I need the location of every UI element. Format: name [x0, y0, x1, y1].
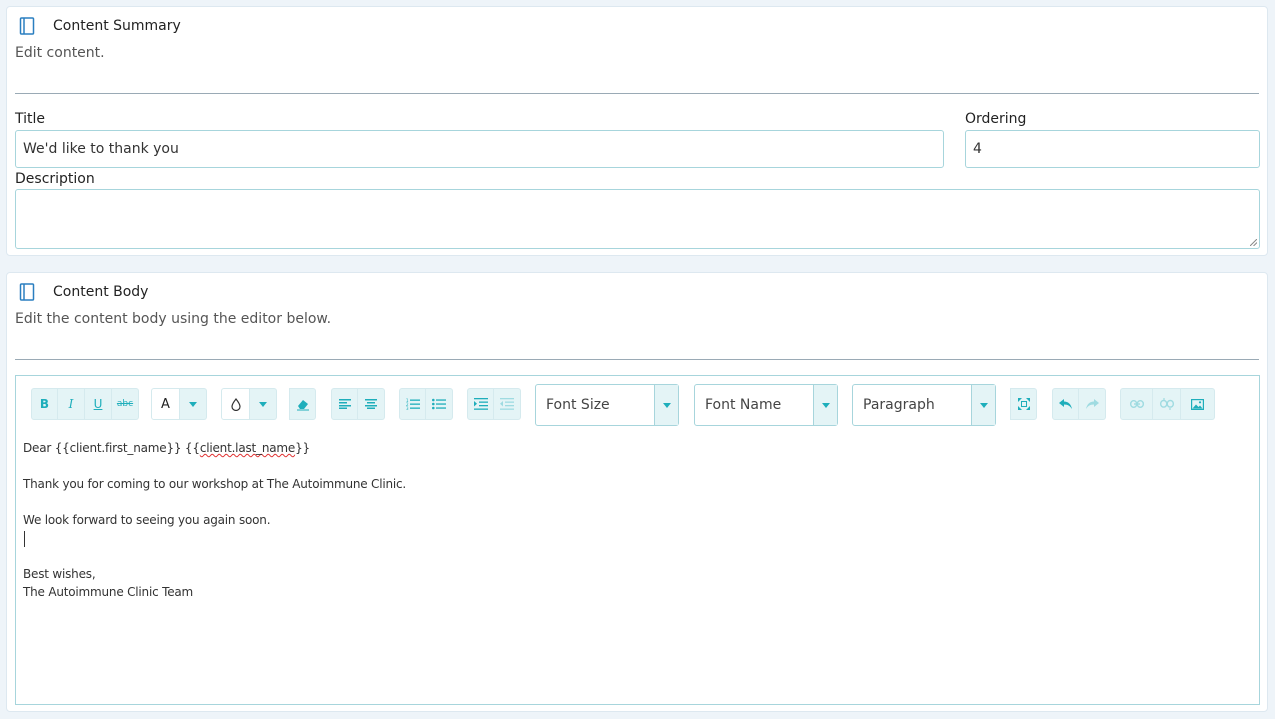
- link-icon: [1129, 400, 1144, 408]
- chevron-down-icon: [259, 401, 267, 407]
- ordering-input[interactable]: [965, 130, 1260, 168]
- font-name-select[interactable]: Font Name: [694, 384, 838, 426]
- unlink-button[interactable]: [1153, 388, 1181, 420]
- ordered-list-icon: 1 2 3: [406, 398, 420, 410]
- svg-text:3: 3: [406, 406, 409, 410]
- font-size-select[interactable]: Font Size: [535, 384, 679, 426]
- misspelled-text: client.last_name: [199, 441, 296, 455]
- book-icon: [19, 17, 35, 35]
- fullscreen-group: [1010, 388, 1037, 420]
- align-group: [331, 388, 385, 420]
- align-left-icon: [338, 399, 351, 409]
- strikethrough-button[interactable]: abc: [112, 388, 139, 420]
- bold-button[interactable]: B: [31, 388, 58, 420]
- indent-group: [467, 388, 521, 420]
- paragraph-line: We look forward to seeing you again soon…: [23, 513, 271, 527]
- font-color-button[interactable]: A: [151, 388, 180, 420]
- resize-grip-icon[interactable]: [1250, 239, 1257, 246]
- bg-color-button[interactable]: [221, 388, 250, 420]
- content-body-title: Content Body: [53, 284, 149, 300]
- fullscreen-button[interactable]: [1010, 388, 1037, 420]
- text-style-group: B I U abc: [31, 388, 139, 420]
- fullscreen-icon: [1017, 398, 1030, 410]
- ordered-list-button[interactable]: 1 2 3: [399, 388, 426, 420]
- unlink-icon: [1159, 398, 1174, 410]
- unordered-list-icon: [432, 398, 446, 410]
- title-input[interactable]: [15, 130, 944, 168]
- greeting-prefix-text: Dear {{client.first_name}} {{: [23, 441, 200, 455]
- divider: [15, 359, 1259, 360]
- indent-button[interactable]: [467, 388, 494, 420]
- underline-button[interactable]: U: [85, 388, 112, 420]
- ordering-label: Ordering: [965, 111, 1027, 127]
- link-button[interactable]: [1120, 388, 1153, 420]
- content-body-card: Content Body Edit the content body using…: [6, 272, 1268, 712]
- undo-icon: [1058, 399, 1072, 409]
- description-textarea[interactable]: [15, 189, 1260, 249]
- chevron-down-icon: [979, 402, 988, 408]
- description-label: Description: [15, 171, 95, 187]
- font-size-select-label: Font Size: [546, 397, 610, 413]
- font-color-group: A: [151, 388, 207, 420]
- redo-icon: [1086, 399, 1099, 409]
- paragraph-line: Thank you for coming to our workshop at …: [23, 477, 407, 491]
- content-summary-subtitle: Edit content.: [15, 45, 105, 61]
- chevron-down-icon: [821, 402, 830, 408]
- title-label: Title: [15, 111, 46, 127]
- bg-color-group: [221, 388, 277, 420]
- font-color-dropdown[interactable]: [180, 388, 207, 420]
- clear-format-group: [289, 388, 316, 420]
- rich-text-editor: B I U abc A 1 2 3 Font Size Font Name Pa…: [15, 375, 1260, 705]
- undo-button[interactable]: [1052, 388, 1079, 420]
- droplet-icon: [230, 397, 241, 411]
- align-center-icon: [365, 399, 377, 409]
- chevron-down-icon: [662, 402, 671, 408]
- content-body-header: Content Body: [19, 283, 148, 301]
- chevron-down-icon: [189, 401, 197, 407]
- insert-group: [1120, 388, 1215, 420]
- bg-color-dropdown[interactable]: [250, 388, 277, 420]
- content-body-subtitle: Edit the content body using the editor b…: [15, 311, 332, 327]
- align-left-button[interactable]: [331, 388, 358, 420]
- content-summary-header: Content Summary: [19, 17, 181, 35]
- greeting-line: Dear {{client.first_name}} {{client.last…: [23, 441, 310, 455]
- history-group: [1052, 388, 1106, 420]
- signoff-line: Best wishes,: [23, 567, 96, 581]
- indent-icon: [473, 398, 488, 410]
- redo-button[interactable]: [1079, 388, 1106, 420]
- align-center-button[interactable]: [358, 388, 385, 420]
- list-group: 1 2 3: [399, 388, 453, 420]
- text-caret: [24, 531, 25, 547]
- image-icon: [1191, 398, 1204, 410]
- italic-button[interactable]: I: [58, 388, 85, 420]
- eraser-icon: [296, 400, 309, 411]
- unordered-list-button[interactable]: [426, 388, 453, 420]
- font-name-select-label: Font Name: [705, 397, 782, 413]
- insert-image-button[interactable]: [1181, 388, 1215, 420]
- clear-format-button[interactable]: [289, 388, 316, 420]
- divider: [15, 93, 1259, 94]
- paragraph-select[interactable]: Paragraph: [852, 384, 996, 426]
- greeting-suffix-text: }}: [295, 441, 310, 455]
- content-summary-title: Content Summary: [53, 18, 181, 34]
- book-icon: [19, 283, 35, 301]
- outdent-icon: [500, 398, 514, 410]
- content-summary-card: Content Summary Edit content. Title Orde…: [6, 6, 1268, 256]
- paragraph-select-label: Paragraph: [863, 397, 935, 413]
- signature-line: The Autoimmune Clinic Team: [23, 585, 194, 599]
- outdent-button[interactable]: [494, 388, 521, 420]
